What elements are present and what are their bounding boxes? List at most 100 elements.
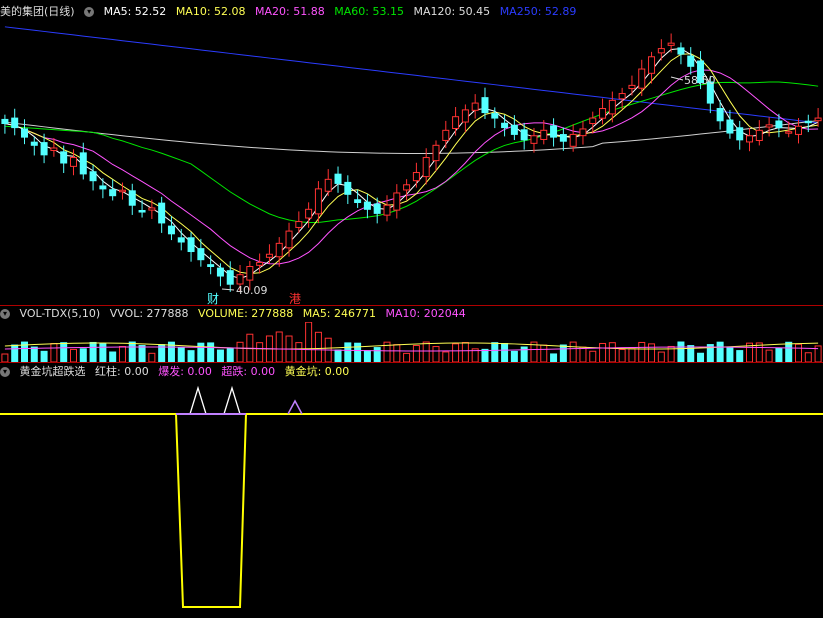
candle-body[interactable] [461, 109, 469, 123]
candle-body[interactable] [305, 208, 313, 219]
volume-bar[interactable] [30, 346, 38, 362]
candle-body[interactable] [207, 264, 215, 268]
candle-body[interactable] [795, 125, 803, 135]
volume-bar[interactable] [177, 347, 185, 362]
candle-body[interactable] [128, 190, 136, 206]
volume-bar[interactable] [40, 350, 48, 362]
volume-bar[interactable] [559, 344, 567, 362]
candle-body[interactable] [491, 113, 499, 119]
dropdown-icon[interactable]: ▾ [84, 7, 95, 17]
volume-bar[interactable] [128, 341, 136, 362]
volume-bar[interactable] [236, 341, 244, 362]
volume-bar[interactable] [79, 348, 87, 362]
volume-bar[interactable] [618, 348, 626, 362]
candle-body[interactable] [60, 151, 68, 164]
volume-bar[interactable] [275, 331, 283, 362]
volume-bar[interactable] [305, 322, 313, 362]
volume-bar[interactable] [69, 348, 77, 362]
candle-body[interactable] [40, 142, 48, 156]
volume-bar[interactable] [403, 352, 411, 362]
candle-body[interactable] [804, 120, 812, 124]
candle-body[interactable] [30, 141, 38, 146]
volume-bar[interactable] [638, 341, 646, 362]
volume-bar[interactable] [412, 344, 420, 362]
volume-bar[interactable] [785, 341, 793, 362]
candle-body[interactable] [726, 119, 734, 134]
candle-body[interactable] [736, 127, 744, 141]
candle-body[interactable] [69, 157, 77, 167]
candle-body[interactable] [79, 152, 87, 175]
candle-body[interactable] [295, 221, 303, 228]
candle-body[interactable] [765, 124, 773, 128]
candle-body[interactable] [716, 108, 724, 122]
volume-bar[interactable] [354, 342, 362, 362]
candle-body[interactable] [510, 124, 518, 135]
candle-body[interactable] [246, 266, 254, 281]
candle-body[interactable] [403, 184, 411, 191]
candle-body[interactable] [334, 173, 342, 184]
candle-body[interactable] [109, 189, 117, 197]
volume-bar[interactable] [138, 345, 146, 362]
volume-bar[interactable] [216, 349, 224, 362]
candle-body[interactable] [677, 47, 685, 55]
volume-bar[interactable] [501, 343, 509, 362]
candle-body[interactable] [559, 134, 567, 142]
candle-body[interactable] [148, 207, 156, 211]
volume-bar[interactable] [608, 342, 616, 362]
volume-chart[interactable] [0, 322, 823, 362]
candle-body[interactable] [363, 201, 371, 210]
candle-body[interactable] [550, 125, 558, 138]
candle-body[interactable] [432, 144, 440, 162]
volume-bar[interactable] [765, 349, 773, 362]
candle-body[interactable] [618, 93, 626, 100]
indicator-chart[interactable] [0, 380, 823, 616]
volume-bar[interactable] [657, 351, 665, 362]
candle-body[interactable] [275, 242, 283, 258]
indicator-title[interactable]: 黄金坑超跌选 [20, 365, 86, 378]
volume-bar[interactable] [432, 346, 440, 362]
volume-bar[interactable] [648, 343, 656, 362]
candle-body[interactable] [648, 56, 656, 74]
volume-bar[interactable] [118, 346, 126, 362]
candle-body[interactable] [687, 55, 695, 67]
candle-body[interactable] [167, 225, 175, 235]
volume-bar[interactable] [11, 344, 19, 362]
volume-bar[interactable] [599, 342, 607, 362]
candle-body[interactable] [373, 203, 381, 214]
volume-bar[interactable] [540, 344, 548, 362]
candle-body[interactable] [20, 128, 28, 138]
volume-bar[interactable] [677, 341, 685, 362]
candle-body[interactable] [11, 117, 19, 129]
candle-body[interactable] [412, 172, 420, 182]
volume-bar[interactable] [1, 353, 9, 362]
candle-body[interactable] [628, 84, 636, 90]
volume-bar[interactable] [697, 352, 705, 362]
stock-title[interactable]: 美的集团(日线) [0, 5, 75, 18]
volume-bar[interactable] [295, 342, 303, 362]
volume-bar[interactable] [795, 343, 803, 362]
volume-bar[interactable] [226, 347, 234, 362]
vol-title[interactable]: VOL-TDX(5,10) [20, 307, 101, 320]
volume-bar[interactable] [373, 347, 381, 362]
volume-bar[interactable] [50, 342, 58, 362]
volume-bar[interactable] [442, 351, 450, 362]
volume-bar[interactable] [393, 344, 401, 362]
volume-bar[interactable] [461, 341, 469, 362]
candle-body[interactable] [452, 116, 460, 129]
candle-body[interactable] [393, 192, 401, 211]
candle-body[interactable] [256, 261, 264, 266]
candle-body[interactable] [746, 135, 754, 143]
candle-body[interactable] [89, 171, 97, 182]
candle-body[interactable] [158, 202, 166, 224]
dropdown-icon[interactable]: ▾ [0, 367, 10, 377]
volume-bar[interactable] [589, 350, 597, 362]
candle-body[interactable] [569, 133, 577, 147]
candle-body[interactable] [775, 120, 783, 129]
candle-body[interactable] [1, 118, 9, 125]
volume-bar[interactable] [314, 331, 322, 362]
volume-bar[interactable] [99, 343, 107, 362]
volume-bar[interactable] [569, 341, 577, 362]
candle-body[interactable] [177, 237, 185, 243]
volume-bar[interactable] [716, 341, 724, 362]
candle-body[interactable] [501, 122, 509, 129]
